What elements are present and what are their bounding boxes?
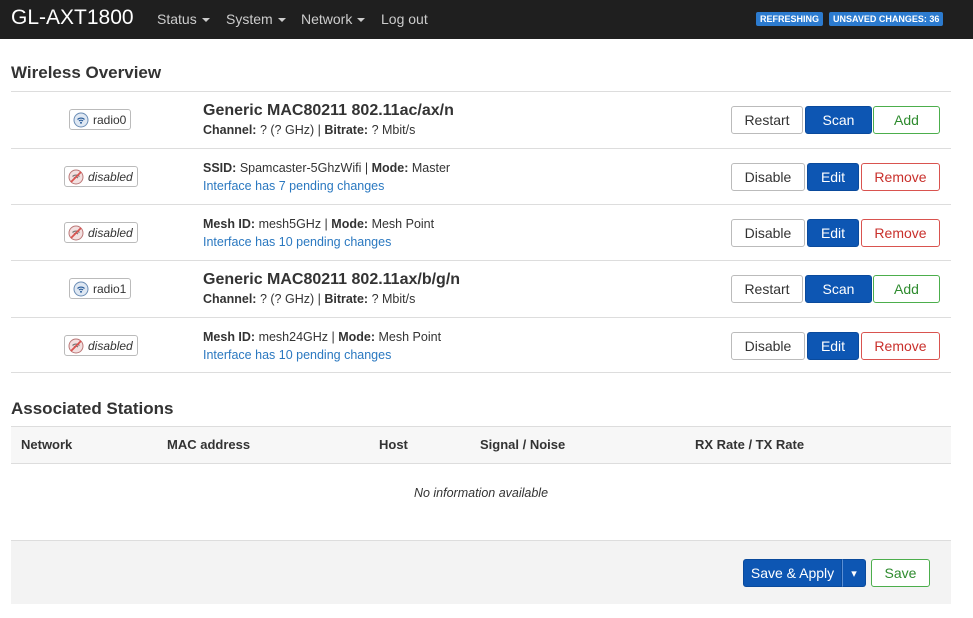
associated-stations-heading: Associated Stations: [11, 399, 174, 418]
scan-button[interactable]: Scan: [805, 275, 872, 303]
wifi-disabled-icon: [68, 338, 84, 353]
menu-status-label: Status: [157, 11, 197, 27]
add-button[interactable]: Add: [873, 275, 940, 303]
caret-down-icon: [277, 17, 286, 22]
radio-title: Generic MAC80211 802.11ac/ax/n: [203, 102, 454, 119]
radio-chip: radio0: [69, 109, 132, 130]
unsaved-changes-badge[interactable]: UNSAVED CHANGES: 36: [829, 12, 944, 26]
wireless-overview-heading: Wireless Overview: [11, 63, 162, 82]
col-host: Host: [379, 437, 408, 452]
col-rx-tx-rate: RX Rate / TX Rate: [695, 437, 805, 452]
radio-label: radio0: [93, 112, 127, 127]
radio-row: radio1 Generic MAC80211 802.11ax/b/g/n C…: [11, 260, 951, 317]
brand-title[interactable]: GL-AXT1800: [11, 6, 134, 30]
pending-changes-link[interactable]: Interface has 7 pending changes: [203, 179, 384, 193]
save-apply-dropdown-toggle[interactable]: ▾: [842, 559, 866, 587]
interface-row: disabled Mesh ID: mesh5GHz | Mode: Mesh …: [11, 204, 951, 260]
no-information-text: No information available: [413, 486, 549, 500]
top-navbar: GL-AXT1800 Status System Network Log out…: [0, 0, 973, 39]
col-signal-noise: Signal / Noise: [480, 437, 566, 452]
radio-info: Channel: ? (? GHz) | Bitrate: ? Mbit/s: [203, 292, 416, 306]
menu-status[interactable]: Status: [157, 11, 210, 27]
remove-button[interactable]: Remove: [861, 332, 940, 360]
wifi-radio-icon: [73, 112, 89, 127]
remove-button[interactable]: Remove: [861, 219, 940, 247]
interface-info: SSID: Spamcaster-5GhzWifi | Mode: Master: [203, 161, 451, 175]
refreshing-badge[interactable]: REFRESHING: [756, 12, 824, 26]
restart-button[interactable]: Restart: [731, 106, 803, 134]
menu-network[interactable]: Network: [301, 11, 366, 27]
interface-info: Mesh ID: mesh5GHz | Mode: Mesh Point: [203, 217, 435, 231]
radio-chip: radio1: [69, 278, 132, 299]
radio-info: Channel: ? (? GHz) | Bitrate: ? Mbit/s: [203, 123, 416, 137]
edit-button[interactable]: Edit: [807, 332, 859, 360]
edit-button[interactable]: Edit: [807, 219, 859, 247]
col-mac-address: MAC address: [167, 437, 251, 452]
restart-button[interactable]: Restart: [731, 275, 803, 303]
menu-system-label: System: [226, 11, 273, 27]
disable-button[interactable]: Disable: [731, 163, 805, 191]
interface-row: disabled SSID: Spamcaster-5GhzWifi | Mod…: [11, 148, 951, 204]
disabled-chip: disabled: [64, 166, 138, 187]
disabled-label: disabled: [88, 338, 133, 353]
scan-button[interactable]: Scan: [805, 106, 872, 134]
menu-network-label: Network: [301, 11, 353, 27]
caret-down-icon: [357, 17, 366, 22]
disabled-chip: disabled: [64, 335, 138, 356]
menu-system[interactable]: System: [226, 11, 286, 27]
pending-changes-link[interactable]: Interface has 10 pending changes: [203, 235, 391, 249]
disable-button[interactable]: Disable: [731, 332, 805, 360]
radio-title: Generic MAC80211 802.11ax/b/g/n: [203, 271, 461, 288]
edit-button[interactable]: Edit: [807, 163, 859, 191]
remove-button[interactable]: Remove: [861, 163, 940, 191]
radio-row: radio0 Generic MAC80211 802.11ac/ax/n Ch…: [11, 91, 951, 148]
col-network: Network: [21, 437, 73, 452]
menu-logout[interactable]: Log out: [381, 11, 428, 27]
interface-info: Mesh ID: mesh24GHz | Mode: Mesh Point: [203, 330, 442, 344]
disabled-chip: disabled: [64, 222, 138, 243]
disabled-label: disabled: [88, 225, 133, 240]
save-apply-button[interactable]: Save & Apply: [743, 559, 842, 587]
wifi-disabled-icon: [68, 169, 84, 184]
menu-logout-label: Log out: [381, 11, 428, 27]
wifi-radio-icon: [73, 281, 89, 296]
radio-label: radio1: [93, 281, 127, 296]
caret-down-icon: [201, 17, 210, 22]
pending-changes-link[interactable]: Interface has 10 pending changes: [203, 348, 391, 362]
add-button[interactable]: Add: [873, 106, 940, 134]
footer-actions: Save & Apply ▾ Save: [11, 540, 951, 604]
disabled-label: disabled: [88, 169, 133, 184]
save-button[interactable]: Save: [871, 559, 930, 587]
stations-table-header: Network MAC address Host Signal / Noise …: [11, 426, 951, 464]
wifi-disabled-icon: [68, 225, 84, 240]
interface-row: disabled Mesh ID: mesh24GHz | Mode: Mesh…: [11, 317, 951, 373]
disable-button[interactable]: Disable: [731, 219, 805, 247]
